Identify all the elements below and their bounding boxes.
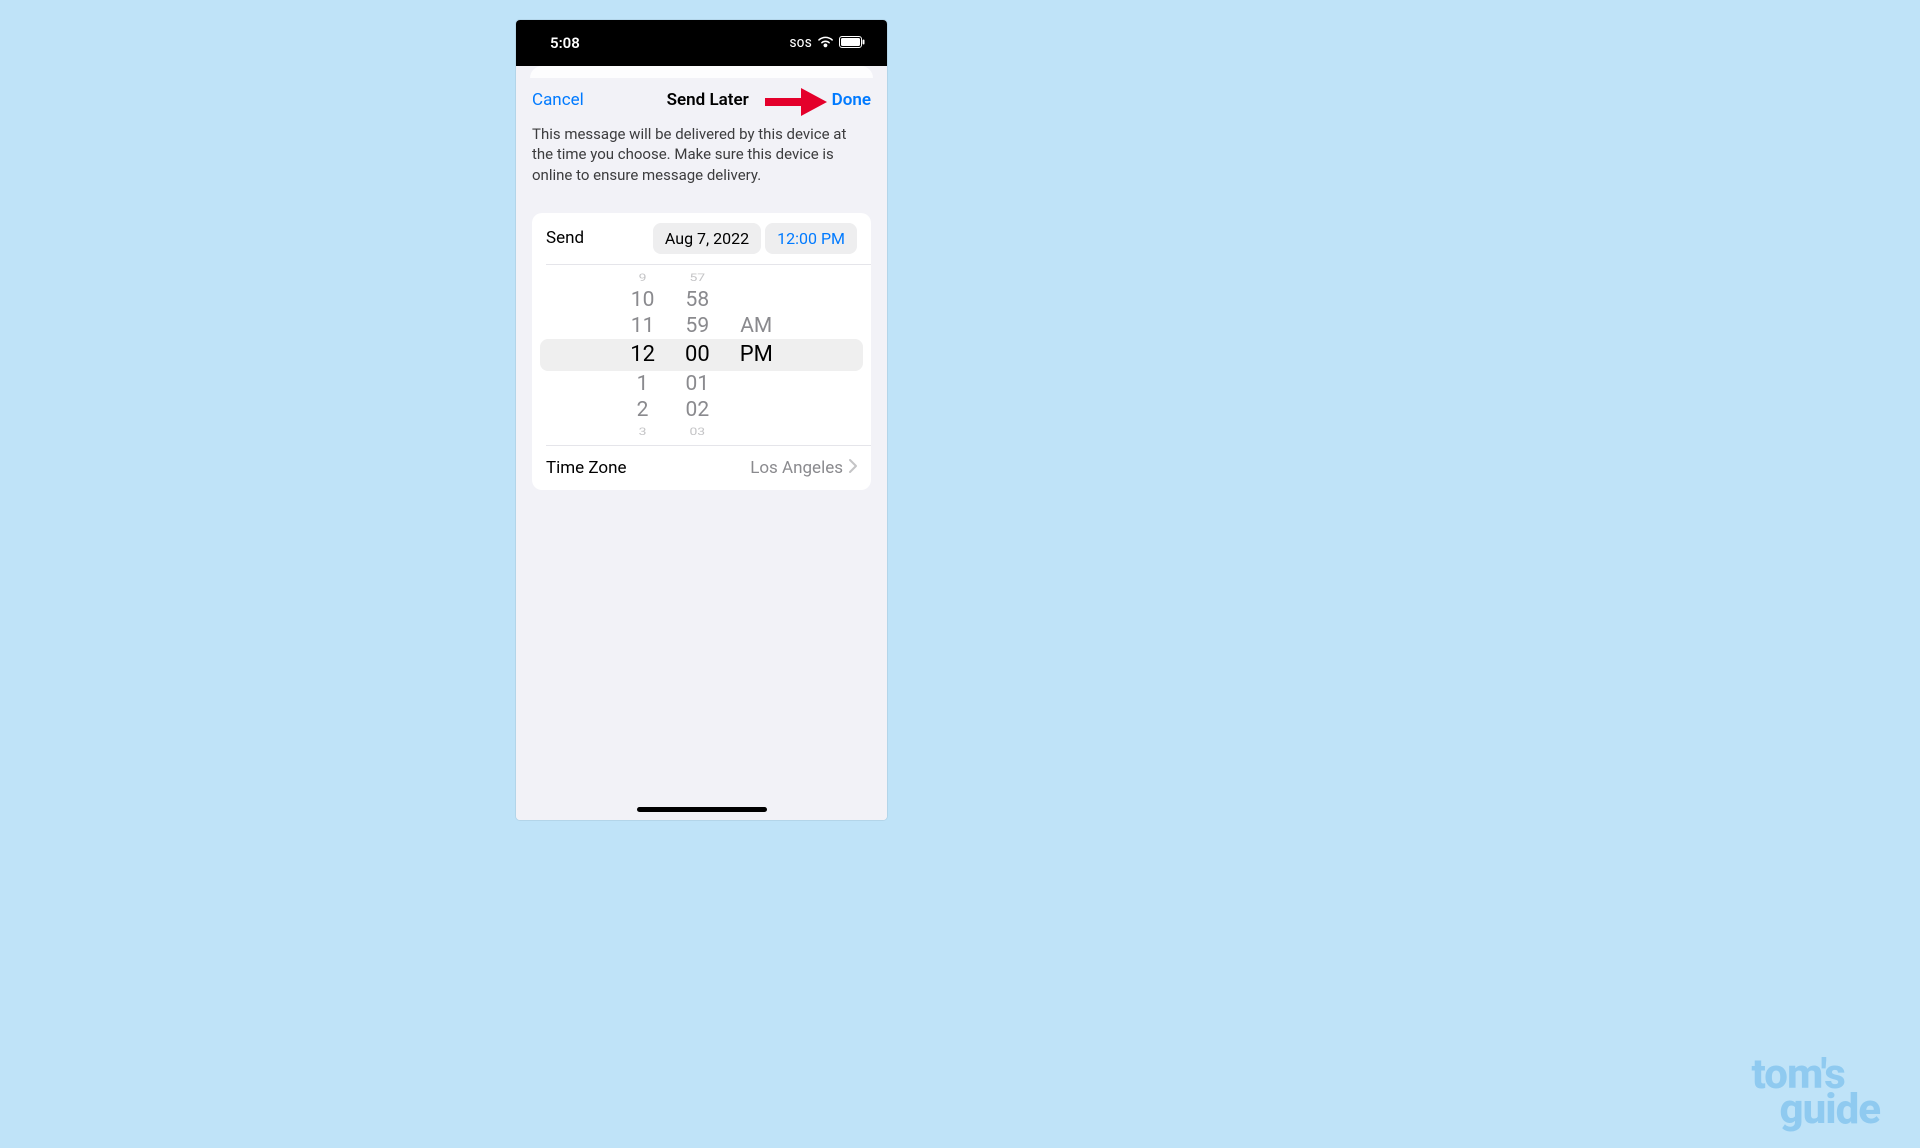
schedule-card: Send Aug 7, 2022 12:00 PM 9 10 11 12 1 2 [532,213,871,490]
battery-icon [839,34,865,52]
sheet-title: Send Later [667,90,749,110]
hour-wheel[interactable]: 9 10 11 12 1 2 3 [630,269,655,441]
status-sos: SOS [790,37,812,50]
time-pill[interactable]: 12:00 PM [765,223,857,254]
send-label: Send [546,228,584,248]
date-pill[interactable]: Aug 7, 2022 [653,223,761,254]
status-time: 5:08 [550,34,580,52]
phone-frame: 5:08 SOS Cancel Send Later Done This mes… [516,20,887,820]
status-right: SOS [790,34,865,52]
send-later-sheet: Cancel Send Later Done This message will… [516,78,887,820]
send-row: Send Aug 7, 2022 12:00 PM [532,213,871,264]
cancel-button[interactable]: Cancel [532,90,584,110]
sheet-description: This message will be delivered by this d… [516,116,887,199]
done-button[interactable]: Done [832,90,871,110]
time-picker[interactable]: 9 10 11 12 1 2 3 57 58 59 00 01 02 [532,265,871,445]
chevron-right-icon [845,458,861,478]
timezone-label: Time Zone [546,458,627,478]
minute-wheel[interactable]: 57 58 59 00 01 02 03 [685,269,710,441]
home-indicator [637,807,767,812]
sheet-nav: Cancel Send Later Done [516,78,887,116]
timezone-row[interactable]: Time Zone Los Angeles [532,446,871,490]
watermark: tom's guide [1752,1057,1880,1128]
ampm-wheel[interactable]: . . AM PM . . . [740,269,773,441]
timezone-value: Los Angeles [750,458,843,478]
status-bar: 5:08 SOS [516,20,887,66]
wifi-icon [817,34,834,52]
